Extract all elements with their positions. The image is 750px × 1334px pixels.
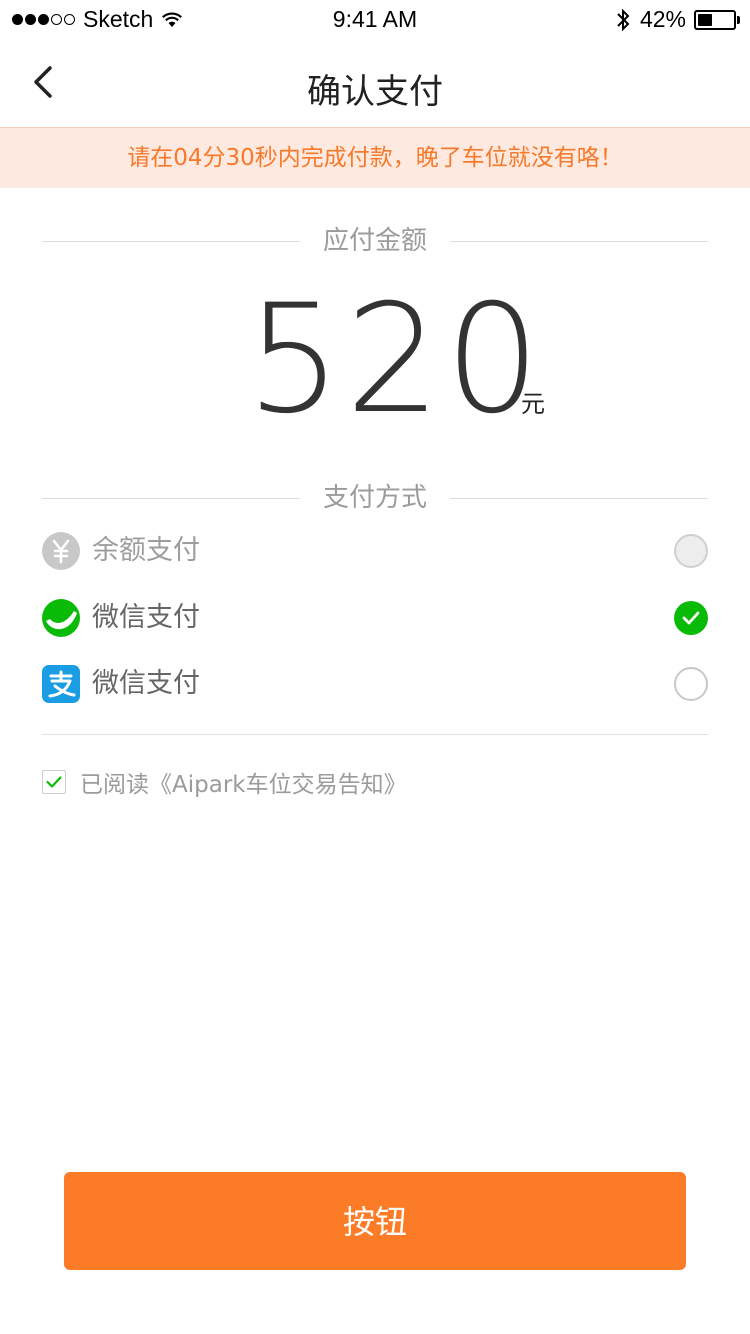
agreement-text[interactable]: 已阅读《Aipark车位交易告知》	[80, 765, 407, 799]
payment-option-label: 微信支付	[92, 602, 200, 633]
radio-unselected[interactable]	[674, 667, 708, 701]
payment-option-label: 余额支付	[92, 535, 200, 566]
payment-option-alipay[interactable]: 微信支付	[42, 656, 708, 712]
radio-disabled	[674, 534, 708, 568]
wechat-icon	[42, 599, 80, 637]
amount-section-header: 应付金额	[42, 221, 708, 261]
payment-option-wechat[interactable]: 微信支付	[42, 590, 708, 646]
page-title: 确认支付	[307, 72, 443, 112]
status-bar: Sketch 9:41 AM 42%	[0, 0, 750, 40]
amount-value: 520	[246, 273, 545, 447]
amount-display: 520 元	[0, 280, 750, 440]
countdown-notice: 请在04分30秒内完成付款，晚了车位就没有咯！	[0, 127, 750, 188]
payment-section-header: 支付方式	[42, 478, 708, 518]
confirm-pay-button[interactable]: 按钮	[64, 1172, 686, 1270]
agreement-checkbox[interactable]	[42, 770, 66, 794]
status-right: 42%	[616, 6, 740, 33]
battery-icon	[694, 9, 736, 30]
alipay-icon	[42, 665, 80, 703]
check-icon	[682, 611, 700, 625]
payment-option-balance[interactable]: 余额支付	[42, 523, 708, 579]
divider	[42, 734, 708, 735]
battery-percent: 42%	[639, 6, 686, 32]
amount-unit: 元	[521, 390, 545, 418]
nav-bar: 确认支付	[0, 40, 750, 128]
agreement-row[interactable]: 已阅读《Aipark车位交易告知》	[42, 766, 407, 798]
check-icon	[46, 776, 62, 788]
yuan-icon	[42, 532, 80, 570]
bluetooth-icon	[617, 8, 630, 31]
radio-selected[interactable]	[674, 601, 708, 635]
payment-option-label: 微信支付	[92, 668, 200, 699]
